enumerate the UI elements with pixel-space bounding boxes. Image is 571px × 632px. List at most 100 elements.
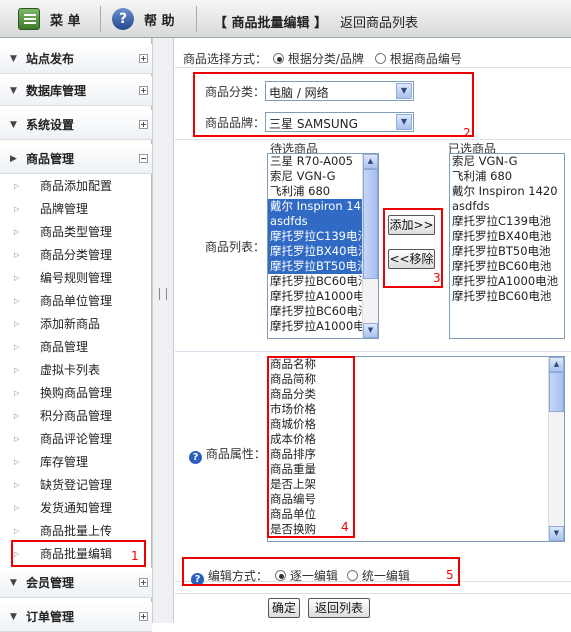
sidebar-item-points-goods[interactable]: ▷ 积分商品管理 xyxy=(0,404,152,427)
radio-icon[interactable] xyxy=(375,53,386,64)
sidebar-item-label: 虚拟卡列表 xyxy=(40,363,101,377)
attr-label: 商品属性： xyxy=(205,447,266,461)
list-item[interactable]: 摩托罗拉A1000电池 xyxy=(450,274,564,289)
bullet-icon: ▷ xyxy=(14,250,20,259)
radio-checked-icon[interactable] xyxy=(273,53,284,64)
list-item[interactable]: 摩托罗拉BX40电池 xyxy=(450,229,564,244)
sidebar-item-virtual-cards[interactable]: ▷ 虚拟卡列表 xyxy=(0,358,152,381)
bullet-icon: ▷ xyxy=(14,480,20,489)
menu-button[interactable]: 菜 单 xyxy=(18,4,81,34)
goods-list-row: 待选商品 已选商品 商品列表： 三星 R70-A005 索尼 VGN-G 飞利浦… xyxy=(175,140,571,352)
attributes-row: ? 商品属性： 商品名称 商品简称 商品分类 市场价格 商城价格 成本价格 商品… xyxy=(175,352,571,582)
annotation-box-1 xyxy=(11,540,146,567)
chevron-right-icon: ▶ xyxy=(10,153,17,164)
annotation-box-5 xyxy=(182,557,460,586)
sidebar-section-goods[interactable]: ▶ 商品管理 − xyxy=(0,144,152,174)
chevron-down-icon: ▼ xyxy=(10,611,17,622)
bullet-icon: ▷ xyxy=(14,319,20,328)
sidebar-item-label: 品牌管理 xyxy=(40,202,89,216)
list-item[interactable]: 戴尔 Inspiron 1420 xyxy=(450,184,564,199)
sidebar-section-label: 商品管理 xyxy=(26,152,75,166)
mode-radio-category[interactable]: 根据分类/品牌 xyxy=(273,50,364,67)
sidebar-item-label: 库存管理 xyxy=(40,455,89,469)
sidebar-splitter[interactable] xyxy=(152,38,174,623)
help-button[interactable]: ? 帮 助 xyxy=(112,4,175,34)
sidebar-item-label: 商品类型管理 xyxy=(40,225,113,239)
bullet-icon: ▷ xyxy=(14,457,20,466)
chevron-down-icon: ▼ xyxy=(10,577,17,588)
sidebar-item-label: 商品管理 xyxy=(40,340,89,354)
menu-label: 菜 单 xyxy=(50,13,81,29)
bullet-icon: ▷ xyxy=(14,526,20,535)
back-to-list-link[interactable]: 返回商品列表 xyxy=(340,12,418,31)
mode-radio-code[interactable]: 根据商品编号 xyxy=(375,50,462,67)
bullet-icon: ▷ xyxy=(14,181,20,190)
list-label: 商品列表： xyxy=(205,240,266,254)
list-item[interactable]: 索尼 VGN-G xyxy=(450,154,564,169)
list-item[interactable]: 摩托罗拉BC60电池 xyxy=(450,289,564,304)
scroll-down-icon[interactable]: ▼ xyxy=(549,526,564,541)
sidebar-item-reviews[interactable]: ▷ 商品评论管理 xyxy=(0,427,152,450)
sidebar-item-out-of-stock[interactable]: ▷ 缺货登记管理 xyxy=(0,473,152,496)
chevron-down-icon: ▼ xyxy=(10,53,17,64)
bullet-icon: ▷ xyxy=(14,342,20,351)
sidebar-item-goods-unit[interactable]: ▷ 商品单位管理 xyxy=(0,289,152,312)
sidebar-item-batch-upload[interactable]: ▷ 商品批量上传 xyxy=(0,519,152,542)
expand-icon[interactable]: + xyxy=(139,578,148,587)
bullet-icon: ▷ xyxy=(14,273,20,282)
listbox-scrollbar[interactable]: ▲ ▼ xyxy=(362,154,378,338)
help-icon: ? xyxy=(112,8,134,30)
scroll-down-icon[interactable]: ▼ xyxy=(363,323,378,338)
sidebar-item-goods-type[interactable]: ▷ 商品类型管理 xyxy=(0,220,152,243)
scroll-thumb[interactable] xyxy=(363,169,378,279)
sidebar-item-label: 换购商品管理 xyxy=(40,386,113,400)
sidebar-item-ship-notice[interactable]: ▷ 发货通知管理 xyxy=(0,496,152,519)
sidebar-item-exchange-goods[interactable]: ▷ 换购商品管理 xyxy=(0,381,152,404)
sidebar-item-add-goods[interactable]: ▷ 添加新商品 xyxy=(0,312,152,335)
expand-icon[interactable]: + xyxy=(139,54,148,63)
listbox-scrollbar[interactable]: ▲ ▼ xyxy=(548,357,564,541)
mode-option-label: 根据分类/品牌 xyxy=(287,52,364,66)
sidebar-section-site-publish[interactable]: ▼ 站点发布 + xyxy=(0,44,152,74)
expand-icon[interactable]: + xyxy=(139,86,148,95)
bullet-icon: ▷ xyxy=(14,434,20,443)
sidebar-item-goods-config[interactable]: ▷ 商品添加配置 xyxy=(0,174,152,197)
select-mode-label: 商品选择方式： xyxy=(183,52,268,66)
back-button[interactable]: 返回列表 xyxy=(308,598,370,618)
splitter-grip-icon[interactable] xyxy=(159,288,167,300)
expand-icon[interactable]: + xyxy=(139,612,148,621)
candidate-listbox[interactable]: 三星 R70-A005 索尼 VGN-G 飞利浦 680 戴尔 Inspiron… xyxy=(267,153,379,339)
sidebar-section-label: 站点发布 xyxy=(26,52,75,66)
scroll-thumb[interactable] xyxy=(549,372,564,412)
sidebar-section-database[interactable]: ▼ 数据库管理 + xyxy=(0,76,152,106)
sidebar-item-label: 商品单位管理 xyxy=(40,294,113,308)
sidebar-item-brand[interactable]: ▷ 品牌管理 xyxy=(0,197,152,220)
help-label: 帮 助 xyxy=(144,13,175,29)
expand-icon[interactable]: + xyxy=(139,120,148,129)
list-item[interactable]: 摩托罗拉BT50电池 xyxy=(450,244,564,259)
selected-listbox[interactable]: 索尼 VGN-G 飞利浦 680 戴尔 Inspiron 1420 asdfds… xyxy=(449,153,565,339)
sidebar-item-goods-category[interactable]: ▷ 商品分类管理 xyxy=(0,243,152,266)
sidebar-section-system[interactable]: ▼ 系统设置 + xyxy=(0,110,152,140)
help-icon: ? xyxy=(189,451,202,464)
list-item[interactable]: 飞利浦 680 xyxy=(450,169,564,184)
toolbar-divider xyxy=(196,6,197,32)
sidebar-section-members[interactable]: ▼ 会员管理 + xyxy=(0,568,152,598)
list-item[interactable]: 摩托罗拉C139电池 xyxy=(450,214,564,229)
bullet-icon: ▷ xyxy=(14,503,20,512)
sidebar-item-goods-manage[interactable]: ▷ 商品管理 xyxy=(0,335,152,358)
list-item[interactable]: asdfds xyxy=(450,199,564,214)
menu-icon xyxy=(18,8,40,30)
scroll-up-icon[interactable]: ▲ xyxy=(549,357,564,372)
annotation-number: 5 xyxy=(446,568,454,582)
scroll-up-icon[interactable]: ▲ xyxy=(363,154,378,169)
sidebar-section-orders[interactable]: ▼ 订单管理 + xyxy=(0,602,152,632)
sidebar-section-label: 订单管理 xyxy=(26,610,75,624)
annotation-number: 2 xyxy=(463,126,471,140)
annotation-box-4 xyxy=(267,356,355,538)
ok-button[interactable]: 确定 xyxy=(268,598,300,618)
sidebar-item-code-rules[interactable]: ▷ 编号规则管理 xyxy=(0,266,152,289)
sidebar-item-stock[interactable]: ▷ 库存管理 xyxy=(0,450,152,473)
list-item[interactable]: 摩托罗拉BC60电池 xyxy=(450,259,564,274)
collapse-icon[interactable]: − xyxy=(139,154,148,163)
